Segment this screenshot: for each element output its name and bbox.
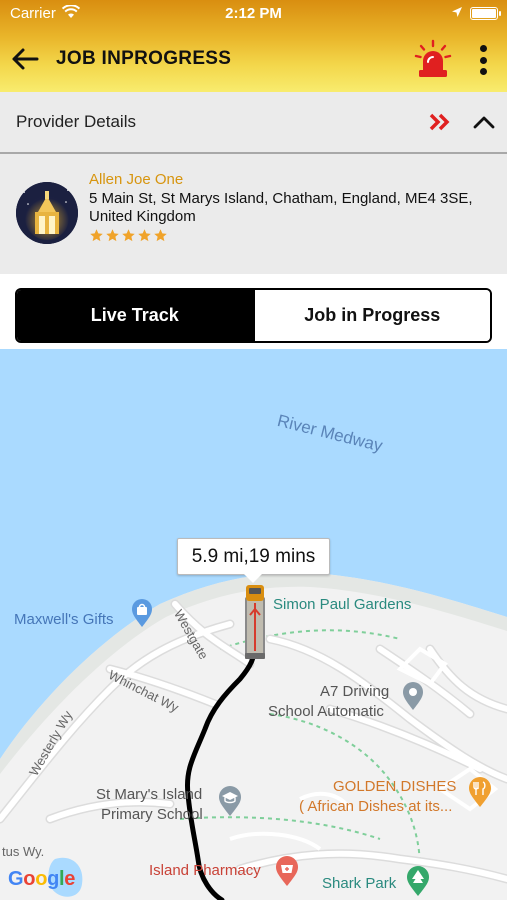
star-icon [154, 229, 167, 242]
provider-avatar [16, 182, 78, 244]
star-icon [122, 229, 135, 242]
google-logo-letter: e [64, 868, 76, 890]
place-pin-icon[interactable] [401, 681, 425, 711]
google-logo: Google [8, 868, 75, 891]
double-chevron-right-icon[interactable] [428, 112, 452, 132]
pharmacy-pin-icon[interactable] [274, 855, 300, 887]
arrow-left-icon [12, 48, 39, 70]
provider-details-header[interactable]: Provider Details [0, 92, 507, 154]
google-logo-letter: G [8, 868, 24, 890]
more-options-button[interactable] [472, 42, 494, 78]
poi-label-pharmacy: Island Pharmacy [149, 862, 261, 879]
poi-label-maxwells: Maxwell's Gifts [14, 611, 114, 628]
back-button[interactable] [6, 42, 44, 76]
provider-rating [89, 228, 168, 243]
provider-name: Allen Joe One [89, 171, 184, 188]
tab-live-track[interactable]: Live Track [17, 290, 253, 341]
more-dot [479, 68, 487, 75]
more-dot [479, 45, 487, 52]
star-icon [138, 229, 151, 242]
star-icon [106, 229, 119, 242]
emergency-siren-button[interactable] [414, 39, 452, 79]
poi-label-shark-park: Shark Park [322, 875, 397, 892]
star-icon [90, 229, 103, 242]
app-bar: JOB INPROGRESS [0, 28, 507, 92]
truck-icon[interactable] [240, 585, 270, 661]
chevron-up-icon[interactable] [470, 108, 498, 136]
map-view[interactable]: River Medway Simon Paul Gardens Maxwell'… [0, 349, 507, 900]
park-pin-icon[interactable] [405, 865, 431, 897]
google-logo-letter: o [23, 868, 36, 890]
status-bar: Carrier 2:12 PM [0, 0, 507, 28]
more-dot [479, 56, 487, 64]
page-title: JOB INPROGRESS [56, 48, 232, 69]
shopping-bag-pin-icon[interactable] [130, 598, 154, 628]
poi-label-golden-dishes-sub: ( African Dishes at its... [299, 798, 453, 815]
poi-label-simon-paul: Simon Paul Gardens [273, 596, 412, 613]
tracking-tabs: Live Track Job in Progress [15, 288, 492, 343]
tab-job-in-progress[interactable]: Job in Progress [252, 290, 490, 341]
header: Carrier 2:12 PM JOB INPROGRESS [0, 0, 507, 92]
provider-address: 5 Main St, St Marys Island, Chatham, Eng… [89, 190, 473, 225]
provider-card: Allen Joe One 5 Main St, St Marys Island… [0, 154, 507, 274]
google-logo-letter: o [35, 868, 48, 890]
distance-callout: 5.9 mi,19 mins [177, 538, 330, 583]
location-arrow-icon [451, 5, 463, 22]
street-label-tus: tus Wy. [2, 844, 45, 859]
battery-icon [470, 7, 501, 20]
restaurant-pin-icon[interactable] [467, 776, 493, 808]
poi-label-a7-line2: School Automatic [268, 703, 384, 720]
poi-label-school-line2: Primary School [101, 806, 203, 823]
poi-label-a7-line1: A7 Driving [320, 683, 390, 700]
poi-label-school-line1: St Mary's Island [96, 786, 203, 803]
poi-label-golden-dishes: GOLDEN DISHES [333, 778, 457, 795]
provider-details-label: Provider Details [16, 112, 136, 131]
google-logo-letter: g [47, 868, 60, 890]
school-pin-icon[interactable] [217, 785, 243, 817]
status-time: 2:12 PM [225, 5, 282, 22]
siren-icon [414, 39, 452, 77]
